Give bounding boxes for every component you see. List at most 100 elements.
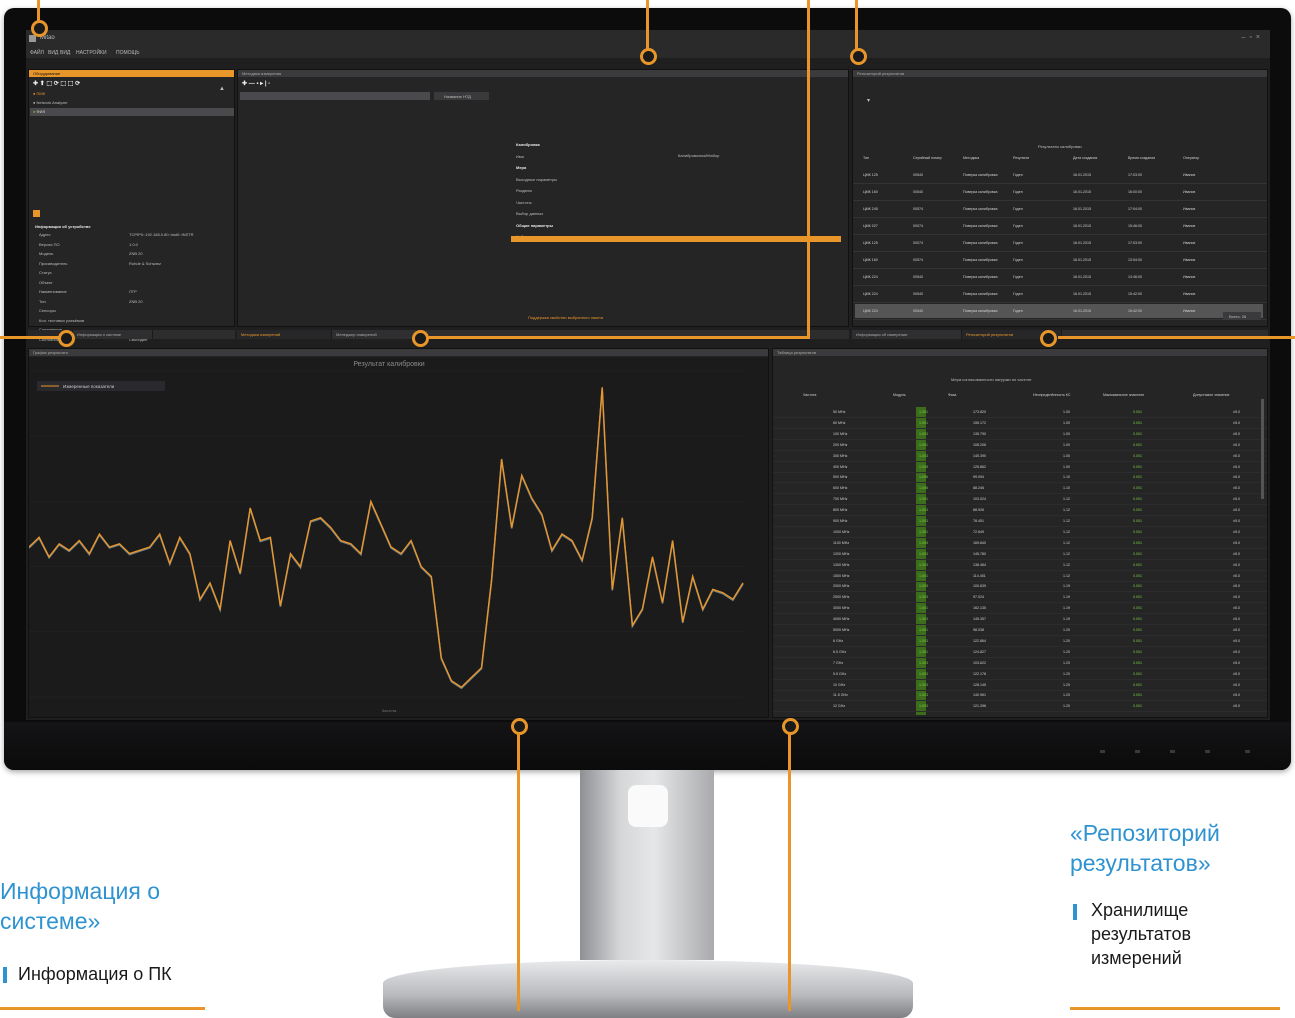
menu-view[interactable]: ВИД <box>48 50 58 56</box>
result-cell[interactable]: 125.862 <box>973 465 986 469</box>
monitor-button[interactable] <box>1205 750 1210 753</box>
result-cell[interactable]: 60 MHz <box>833 421 845 425</box>
result-cell[interactable]: 122.864 <box>973 639 986 643</box>
repo-cell[interactable]: ЦМК 027 <box>863 224 878 228</box>
result-cell[interactable]: 1.003 <box>919 672 928 676</box>
repo-column-header[interactable]: Результат <box>1013 156 1029 160</box>
result-cell[interactable]: ±5.0 <box>1233 519 1240 523</box>
monitor-button[interactable] <box>1135 750 1140 753</box>
result-cell[interactable]: 0.001 <box>1133 563 1142 567</box>
tree-node[interactable]: Частоты <box>516 200 532 205</box>
result-cell[interactable]: 1.19 <box>1063 617 1070 621</box>
repo-cell[interactable]: 16.01.2015 <box>1073 173 1091 177</box>
result-cell[interactable]: ±5.0 <box>1233 584 1240 588</box>
repo-cell[interactable]: 13:46:00 <box>1128 275 1142 279</box>
result-cell[interactable]: 600 MHz <box>833 486 847 490</box>
menu-help[interactable]: ПОМОЩЬ <box>116 50 140 56</box>
tab-measure-manager[interactable]: Менеджер измерений <box>332 330 417 339</box>
result-cell[interactable]: 1.20 <box>1063 650 1070 654</box>
result-cell[interactable]: ±5.0 <box>1233 541 1240 545</box>
repo-cell[interactable]: 16.01.2015 <box>1073 258 1091 262</box>
result-cell[interactable]: 0.001 <box>1133 454 1142 458</box>
result-cell[interactable]: ±5.0 <box>1233 661 1240 665</box>
repo-cell[interactable]: Поверка калибровка <box>963 190 997 194</box>
result-cell[interactable]: 99.094 <box>973 475 984 479</box>
result-chart[interactable]: Результат калибровки Измеренные показате… <box>29 357 768 717</box>
result-cell[interactable]: 1.20 <box>1063 661 1070 665</box>
repo-cell[interactable]: Поверка калибровка <box>963 241 997 245</box>
result-cell[interactable]: 88.246 <box>973 486 984 490</box>
result-cell[interactable]: 124.827 <box>973 650 986 654</box>
result-cell[interactable]: 0.001 <box>1133 410 1142 414</box>
result-cell[interactable]: 5000 MHz <box>833 628 849 632</box>
result-cell[interactable]: 145.357 <box>973 617 986 621</box>
result-cell[interactable]: 800 MHz <box>833 508 847 512</box>
result-column-header[interactable]: Фаза <box>948 393 956 397</box>
result-cell[interactable]: ±5.0 <box>1233 475 1240 479</box>
result-cell[interactable]: ±5.0 <box>1233 465 1240 469</box>
result-cell[interactable]: 0.001 <box>1133 519 1142 523</box>
result-cell[interactable]: ±5.0 <box>1233 617 1240 621</box>
repo-cell[interactable]: ЦМК 245 <box>863 207 878 211</box>
result-cell[interactable]: 0.001 <box>1133 486 1142 490</box>
result-cell[interactable]: 0.001 <box>1133 475 1142 479</box>
result-cell[interactable]: 1.003 <box>919 519 928 523</box>
result-cell[interactable]: 0.001 <box>1133 617 1142 621</box>
repo-cell[interactable]: Годен <box>1013 241 1023 245</box>
result-cell[interactable]: 400 MHz <box>833 465 847 469</box>
result-cell[interactable]: 103.024 <box>973 497 986 501</box>
result-cell[interactable]: 97.024 <box>973 595 984 599</box>
repo-cell[interactable]: 16.01.2015 <box>1073 241 1091 245</box>
result-cell[interactable]: 1.003 <box>919 552 928 556</box>
result-cell[interactable]: 1.00 <box>1063 443 1070 447</box>
repo-cell[interactable]: Поверка калибровка <box>963 258 997 262</box>
result-cell[interactable]: 0.001 <box>1133 541 1142 545</box>
repo-cell[interactable]: 00574 <box>913 258 923 262</box>
repo-cell[interactable]: Годен <box>1013 224 1023 228</box>
result-cell[interactable]: 50 MHz <box>833 410 845 414</box>
result-cell[interactable]: 0.001 <box>1133 672 1142 676</box>
result-cell[interactable]: 1.20 <box>1063 639 1070 643</box>
result-cell[interactable]: 900 MHz <box>833 519 847 523</box>
result-cell[interactable]: 1.003 <box>919 617 928 621</box>
tab-methods[interactable]: Методики измерений <box>237 330 332 339</box>
result-cell[interactable]: 1.003 <box>919 704 928 708</box>
repo-cell[interactable]: 17:03:00 <box>1128 241 1142 245</box>
result-cell[interactable]: 0.001 <box>1133 628 1142 632</box>
result-cell[interactable]: 1.12 <box>1063 530 1070 534</box>
result-cell[interactable]: 1.12 <box>1063 497 1070 501</box>
result-cell[interactable]: 0.001 <box>1133 552 1142 556</box>
result-cell[interactable]: 1.005 <box>919 465 928 469</box>
menu-view-2[interactable]: ВИД <box>60 50 70 56</box>
result-cell[interactable]: 0.001 <box>1133 508 1142 512</box>
equipment-toolbar[interactable]: ✚ ⬆ ⬚ ⟳ ⬚ ⬚ ⟳ <box>33 80 80 87</box>
tab-system-info-label[interactable]: Информация о системе <box>73 330 153 339</box>
result-cell[interactable]: 135.790 <box>973 432 986 436</box>
repo-cell[interactable]: Поверка калибровка <box>963 309 997 313</box>
result-cell[interactable]: ±5.0 <box>1233 672 1240 676</box>
tree-node[interactable]: Выходные параметры <box>516 177 557 182</box>
result-cell[interactable]: 1.001 <box>919 650 928 654</box>
result-cell[interactable]: 169.840 <box>973 541 986 545</box>
result-column-header[interactable]: Частота <box>803 393 816 397</box>
result-cell[interactable]: 1.001 <box>919 443 928 447</box>
result-cell[interactable]: 1.003 <box>919 595 928 599</box>
repo-cell[interactable]: Поверка калибровка <box>963 173 997 177</box>
repo-cell[interactable]: 15:46:00 <box>1128 224 1142 228</box>
result-cell[interactable]: 100.639 <box>973 584 986 588</box>
result-cell[interactable]: ±5.0 <box>1233 650 1240 654</box>
result-cell[interactable]: 0.001 <box>1133 683 1142 687</box>
tree-node[interactable]: Имя <box>516 154 524 159</box>
repo-cell[interactable]: 00540 <box>913 292 923 296</box>
method-selected-row[interactable] <box>240 92 430 100</box>
repo-cell[interactable]: 16.01.2015 <box>1073 207 1091 211</box>
result-cell[interactable]: ±5.0 <box>1233 683 1240 687</box>
result-cell[interactable]: ±5.0 <box>1233 574 1240 578</box>
repo-cell[interactable]: 16.01.2015 <box>1073 292 1091 296</box>
repo-cell[interactable]: ЦМК 160 <box>863 258 878 262</box>
monitor-button[interactable] <box>1100 750 1105 753</box>
result-cell[interactable]: 1.003 <box>919 693 928 697</box>
menu-settings[interactable]: НАСТРОЙКИ <box>76 50 107 56</box>
repo-cell[interactable]: Годен <box>1013 275 1023 279</box>
result-cell[interactable]: 108.206 <box>973 443 986 447</box>
